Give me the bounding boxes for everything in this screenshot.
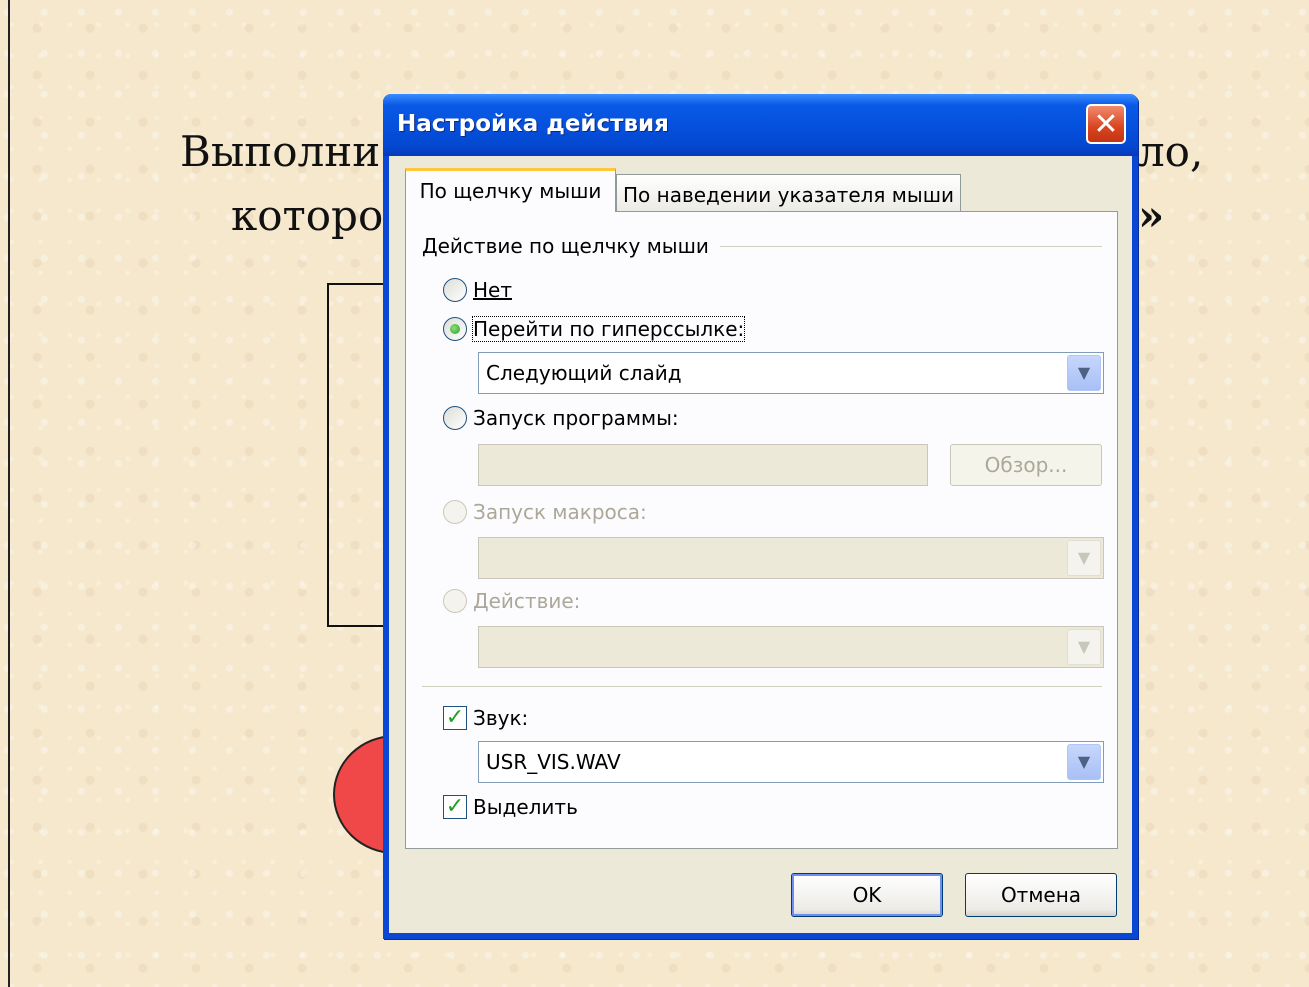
check-icon: ✓ (445, 794, 465, 819)
macro-select[interactable]: ▼ (478, 537, 1104, 579)
browse-button-label: Обзор... (984, 453, 1068, 477)
radio-program[interactable] (443, 406, 467, 430)
chevron-down-icon: ▼ (1067, 540, 1101, 576)
action-settings-dialog: Настройка действия ✕ По щелчку мыши По н… (383, 94, 1138, 939)
radio-macro[interactable] (443, 500, 467, 524)
sound-checkbox[interactable]: ✓ (443, 706, 467, 730)
slide-text-line2-right: » (1138, 191, 1165, 240)
slide-text-line1-right: ло, (1138, 127, 1204, 176)
group-divider (720, 246, 1102, 247)
sound-select[interactable]: USR_VIS.WAV ▼ (478, 741, 1104, 783)
close-icon: ✕ (1093, 107, 1119, 142)
sound-select-value: USR_VIS.WAV (486, 750, 621, 774)
action-select[interactable]: ▼ (478, 626, 1104, 668)
ok-button-label: OK (852, 883, 882, 907)
cancel-button[interactable]: Отмена (965, 873, 1117, 917)
radio-macro-label[interactable]: Запуск макроса: (473, 500, 647, 524)
dialog-client-area: По щелчку мыши По наведении указателя мы… (389, 156, 1132, 933)
radio-none-label-text: Нет (473, 278, 512, 302)
group-label: Действие по щелчку мыши (422, 234, 709, 258)
hyperlink-select[interactable]: Следующий слайд ▼ (478, 352, 1104, 394)
cancel-button-label: Отмена (1000, 883, 1082, 907)
radio-hyperlink-label[interactable]: Перейти по гиперссылке: (471, 316, 746, 342)
radio-program-label[interactable]: Запуск программы: (473, 406, 679, 430)
tab-panel-mouse-click: Действие по щелчку мыши Нет Перейти по г… (405, 211, 1118, 849)
sound-checkbox-label[interactable]: Звук: (473, 706, 528, 730)
chevron-down-icon: ▼ (1067, 629, 1101, 665)
tab-mouse-over-label: По наведении указателя мыши (623, 183, 954, 207)
slide-border-line (8, 0, 10, 987)
radio-hyperlink[interactable] (443, 317, 467, 341)
radio-action[interactable] (443, 589, 467, 613)
close-button[interactable]: ✕ (1086, 104, 1126, 144)
chevron-down-icon[interactable]: ▼ (1067, 744, 1101, 780)
dialog-title: Настройка действия (397, 111, 669, 137)
slide-text-line1-left: Выполни (180, 127, 381, 176)
radio-none[interactable] (443, 278, 467, 302)
section-divider (422, 686, 1102, 687)
highlight-checkbox-label[interactable]: Выделить (473, 795, 578, 819)
ok-button[interactable]: OK (791, 873, 943, 917)
tab-mouse-click-label: По щелчку мыши (419, 179, 602, 203)
browse-button[interactable]: Обзор... (950, 444, 1102, 486)
tab-mouse-over[interactable]: По наведении указателя мыши (616, 174, 961, 212)
hyperlink-select-value: Следующий слайд (486, 361, 682, 385)
chevron-down-icon[interactable]: ▼ (1067, 355, 1101, 391)
tab-mouse-click[interactable]: По щелчку мыши (405, 168, 616, 212)
highlight-checkbox[interactable]: ✓ (443, 795, 467, 819)
program-path-input[interactable] (478, 444, 928, 486)
radio-action-label[interactable]: Действие: (473, 589, 580, 613)
radio-none-label[interactable]: Нет (473, 278, 512, 302)
slide-text-line2-left: которо (231, 191, 384, 240)
dialog-titlebar[interactable]: Настройка действия ✕ (383, 94, 1138, 156)
check-icon: ✓ (445, 705, 465, 730)
